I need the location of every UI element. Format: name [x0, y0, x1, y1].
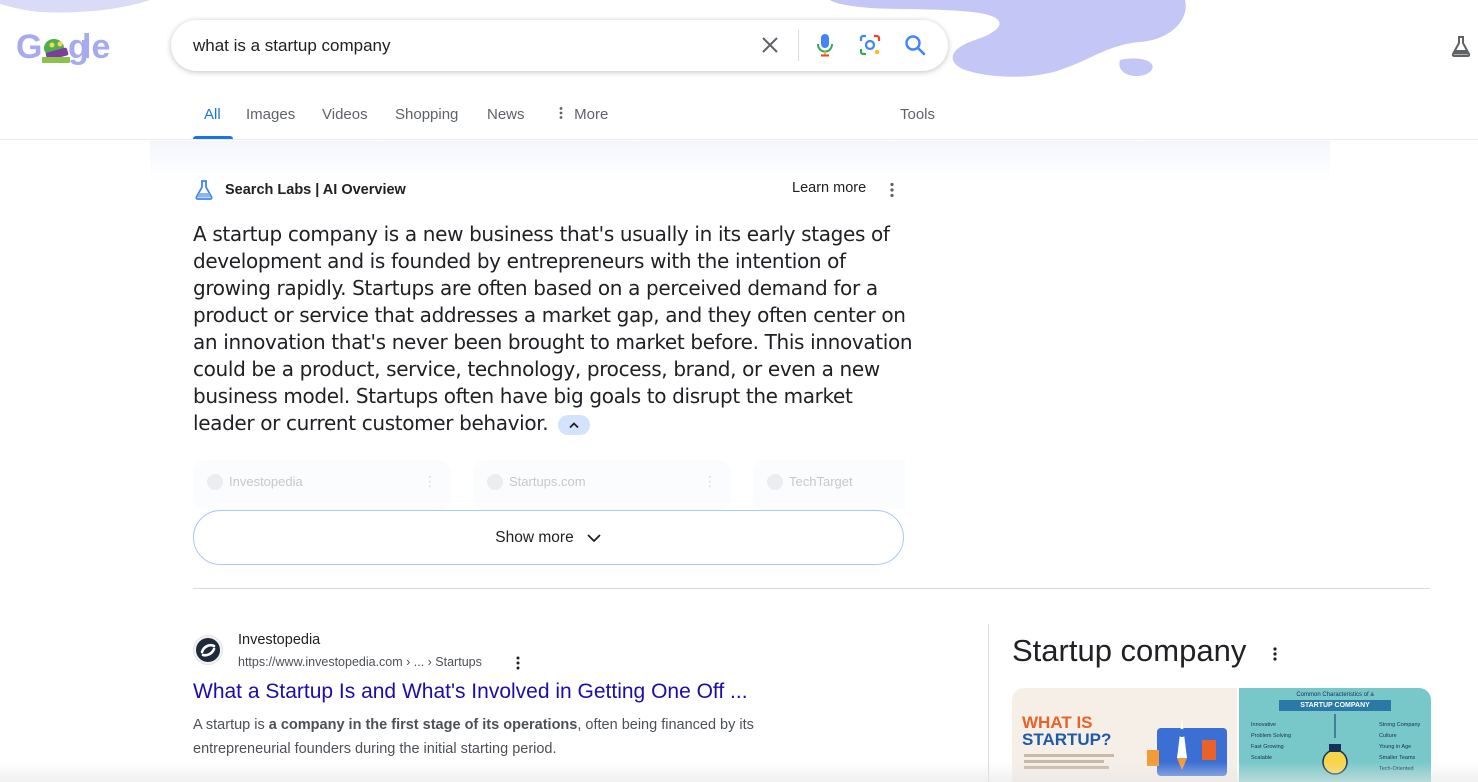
source-name: TechTarget: [789, 474, 853, 489]
search-tabs: All Images Videos Shopping News More Too…: [0, 96, 1478, 140]
tab-all[interactable]: All: [204, 106, 221, 123]
rocket-illustration: [1024, 718, 1227, 776]
source-favicon: [487, 474, 503, 490]
google-doodle-logo: G le g: [16, 28, 110, 66]
svg-text:G: G: [16, 28, 42, 66]
section-divider: [193, 588, 1430, 589]
investopedia-favicon[interactable]: [193, 635, 223, 665]
google-logo[interactable]: G le g: [16, 26, 126, 68]
search-icon[interactable]: [902, 32, 928, 58]
ai-overview-body: A startup company is a new business that…: [193, 222, 913, 435]
lightbulb-illustration: [1322, 714, 1348, 775]
ai-overview-header: Search Labs | AI Overview: [193, 178, 406, 202]
show-more-label: Show more: [495, 528, 574, 546]
source-card[interactable]: TechTarget: [753, 460, 905, 510]
knowledge-panel-image[interactable]: WHAT IS STARTUP?: [1012, 688, 1237, 782]
chevron-down-icon: [587, 533, 601, 542]
snippet-text: A startup is: [193, 717, 269, 733]
source-card[interactable]: Startups.com ⋮: [473, 460, 731, 510]
knowledge-panel-divider: [988, 624, 989, 782]
source-favicon: [767, 474, 783, 490]
search-divider: [798, 30, 799, 61]
result-url[interactable]: https://www.investopedia.com › ... › Sta…: [238, 655, 482, 669]
knowledge-panel-title: Startup company: [1012, 633, 1247, 668]
ai-overview-title: Search Labs | AI Overview: [225, 182, 406, 198]
source-menu-icon[interactable]: ⋮: [703, 473, 717, 490]
svg-text:g: g: [68, 28, 89, 66]
camera-lens-icon[interactable]: [857, 32, 883, 58]
tools-button[interactable]: Tools: [900, 106, 935, 123]
source-name: Startups.com: [509, 474, 586, 489]
tab-images[interactable]: Images: [246, 106, 295, 123]
learn-more-link[interactable]: Learn more: [792, 180, 866, 196]
active-tab-indicator: [193, 136, 233, 139]
snippet-highlight: a company in the first stage of its oper…: [268, 717, 578, 733]
chevron-up-icon: [569, 421, 579, 428]
knowledge-panel-image[interactable]: Common Characteristics of a STARTUP COMP…: [1239, 688, 1431, 782]
microphone-icon[interactable]: [812, 32, 838, 58]
knowledge-panel-menu-icon[interactable]: [1270, 644, 1280, 664]
source-menu-icon[interactable]: ⋮: [423, 473, 437, 490]
source-favicon: [207, 474, 223, 490]
result-site-name[interactable]: Investopedia: [238, 632, 320, 648]
search-box: [171, 20, 948, 71]
ai-source-cards: Investopedia ⋮ Startups.com ⋮ TechTarget: [193, 460, 905, 510]
ai-overview-menu-icon[interactable]: [884, 181, 900, 199]
tab-shopping[interactable]: Shopping: [395, 106, 458, 123]
kebab-menu-icon: [559, 107, 563, 119]
source-name: Investopedia: [229, 474, 303, 489]
tab-videos[interactable]: Videos: [322, 106, 368, 123]
collapse-button[interactable]: [558, 414, 591, 435]
close-icon[interactable]: [757, 32, 783, 58]
source-card[interactable]: Investopedia ⋮: [193, 460, 451, 510]
result-title-link[interactable]: What a Startup Is and What's Involved in…: [193, 680, 748, 704]
tab-more-label: More: [574, 106, 609, 123]
ai-overview-shade: [150, 141, 1330, 181]
flask-icon[interactable]: [1449, 34, 1475, 60]
search-input[interactable]: [193, 20, 733, 71]
tab-more[interactable]: More: [557, 106, 608, 123]
result-snippet: A startup is a company in the first stag…: [193, 713, 833, 761]
labs-flask-icon: [195, 180, 213, 200]
show-more-button[interactable]: Show more: [193, 510, 904, 565]
tab-news[interactable]: News: [487, 106, 525, 123]
ai-overview-text: A startup company is a new business that…: [193, 221, 913, 437]
result-menu-icon[interactable]: [513, 654, 523, 672]
